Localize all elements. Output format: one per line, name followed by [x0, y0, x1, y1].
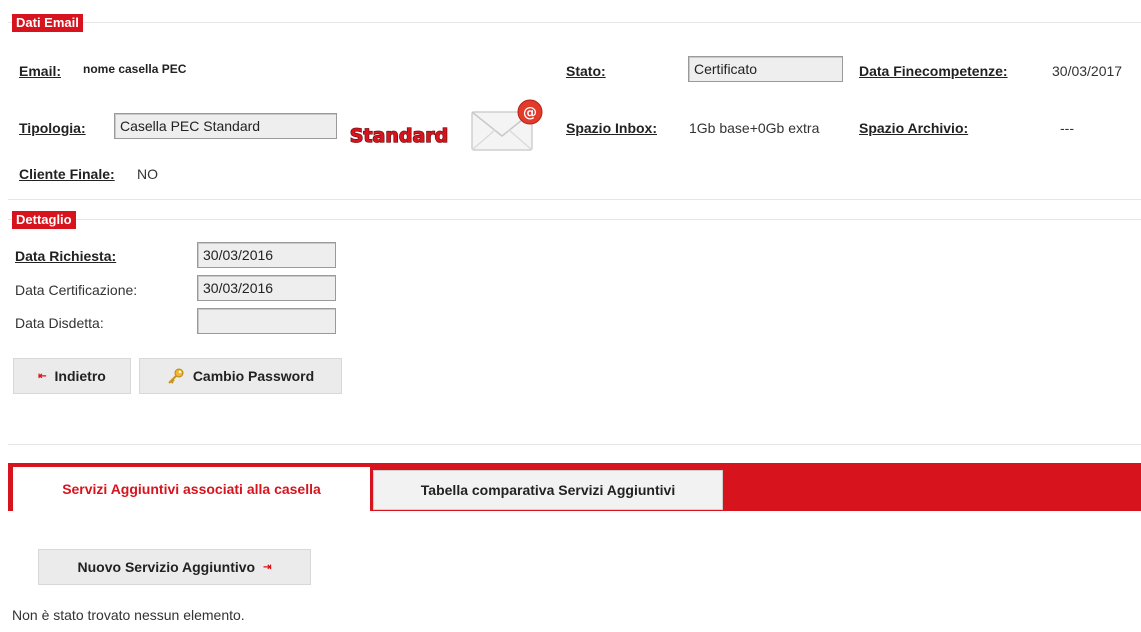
tab-servizi-aggiuntivi[interactable]: Servizi Aggiuntivi associati alla casell… — [13, 467, 370, 511]
indietro-label: Indietro — [54, 368, 106, 384]
cliente-finale-label: Cliente Finale: — [19, 166, 115, 182]
data-richiesta-field: 30/03/2016 — [197, 242, 336, 268]
spazio-archivio-label: Spazio Archivio: — [859, 120, 969, 136]
nuovo-servizio-button[interactable]: Nuovo Servizio Aggiuntivo ⇥ — [38, 549, 311, 585]
standard-badge: Standard — [341, 120, 458, 150]
cambio-password-label: Cambio Password — [192, 368, 315, 384]
back-arrow-icon: ⇤ — [38, 370, 47, 382]
data-richiesta-label: Data Richiesta: — [15, 248, 117, 264]
arrow-right-icon: ⇥ — [263, 561, 272, 573]
tipologia-field: Casella PEC Standard — [114, 113, 337, 139]
tab-servizi-aggiuntivi-label: Servizi Aggiuntivi associati alla casell… — [62, 481, 321, 497]
data-finecompetenze-label: Data Finecompetenze: — [859, 63, 1008, 79]
data-disdetta-field — [197, 308, 336, 334]
key-icon — [167, 367, 185, 385]
dati-email-title: Dati Email — [12, 14, 83, 32]
stato-label: Stato: — [566, 63, 606, 79]
stato-field: Certificato — [688, 56, 843, 82]
dati-email-panel — [8, 22, 1141, 200]
dettaglio-panel — [8, 219, 1141, 445]
tab-tabella-comparativa-label: Tabella comparativa Servizi Aggiuntivi — [420, 482, 676, 498]
tipologia-label: Tipologia: — [19, 120, 86, 136]
data-disdetta-label: Data Disdetta: — [15, 315, 104, 331]
data-certificazione-field: 30/03/2016 — [197, 275, 336, 301]
indietro-button[interactable]: ⇤ Indietro — [13, 358, 131, 394]
nuovo-servizio-label: Nuovo Servizio Aggiuntivo — [77, 559, 256, 575]
empty-message: Non è stato trovato nessun elemento. — [12, 607, 245, 623]
dettaglio-title: Dettaglio — [12, 211, 76, 229]
standard-badge-text: Standard — [350, 125, 449, 147]
svg-text:@: @ — [523, 105, 537, 121]
spazio-archivio-value: --- — [1060, 120, 1074, 136]
tab-tabella-comparativa[interactable]: Tabella comparativa Servizi Aggiuntivi — [373, 470, 723, 510]
envelope-icon: @ — [468, 98, 546, 156]
data-finecompetenze-value: 30/03/2017 — [1052, 63, 1123, 79]
email-value: nome casella PEC — [83, 62, 187, 76]
email-label: Email: — [19, 63, 62, 79]
cambio-password-button[interactable]: Cambio Password — [139, 358, 342, 394]
spazio-inbox-label: Spazio Inbox: — [566, 120, 657, 136]
spazio-inbox-value: 1Gb base+0Gb extra — [689, 120, 820, 136]
cliente-finale-value: NO — [137, 166, 158, 182]
data-certificazione-label: Data Certificazione: — [15, 282, 138, 298]
